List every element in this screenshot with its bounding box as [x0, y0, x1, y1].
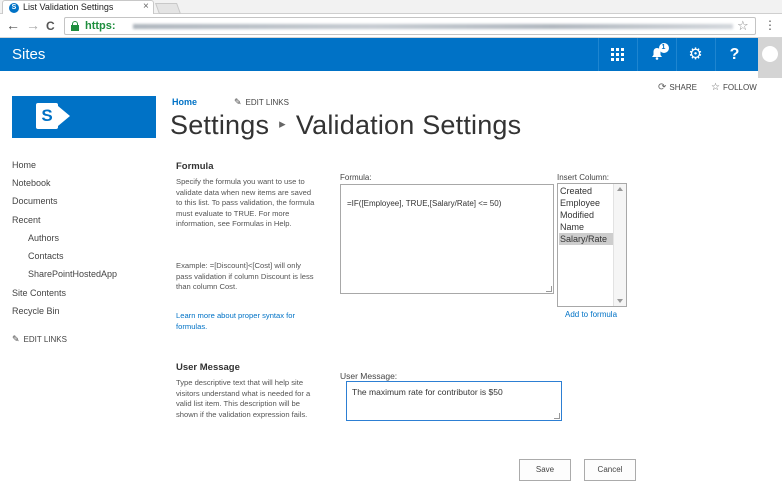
nav-item-contacts[interactable]: Contacts	[28, 251, 64, 261]
formula-description: Specify the formula you want to use to v…	[176, 177, 315, 228]
back-icon[interactable]: ←	[6, 18, 20, 32]
reload-icon[interactable]: C	[46, 19, 55, 33]
user-message-value: The maximum rate for contributor is $50	[352, 387, 503, 397]
sharepoint-logo-icon: S	[36, 103, 58, 129]
column-option[interactable]: Employee	[559, 197, 613, 209]
notification-count: 1	[658, 43, 669, 53]
column-option[interactable]: Created	[559, 185, 613, 197]
scroll-up-icon[interactable]	[617, 187, 623, 191]
nav-item-sharepointhostedapp[interactable]: SharePointHostedApp	[28, 269, 117, 279]
nav-edit-links-label: EDIT LINKS	[23, 335, 67, 344]
page-title: Settings ▸ Validation Settings	[170, 110, 521, 141]
star-icon: ☆	[711, 82, 720, 93]
user-silhouette-icon	[762, 46, 778, 62]
app-launcher-button[interactable]	[598, 38, 636, 71]
gear-icon: ⚙	[688, 45, 703, 63]
breadcrumb-current: Validation Settings	[295, 110, 522, 140]
suite-bar: Sites 1 ⚙ ?	[0, 38, 782, 71]
logo-arrow-icon	[58, 106, 70, 126]
avatar[interactable]	[758, 38, 782, 78]
listbox-scrollbar[interactable]	[613, 184, 626, 306]
follow-button[interactable]: ☆ FOLLOW	[711, 82, 757, 93]
tab-close-icon[interactable]: ×	[143, 1, 149, 12]
notifications-button[interactable]: 1	[637, 38, 675, 71]
column-option[interactable]: Modified	[559, 209, 613, 221]
resize-handle-icon[interactable]	[554, 413, 560, 419]
site-logo[interactable]: S	[12, 96, 156, 138]
browser-tabstrip: S List Validation Settings ×	[0, 0, 782, 14]
insert-column-listbox[interactable]: Created Employee Modified Name Salary/Ra…	[557, 183, 627, 307]
forward-icon[interactable]: →	[26, 18, 40, 32]
waffle-icon	[611, 48, 624, 61]
user-message-textarea[interactable]: The maximum rate for contributor is $50	[346, 381, 562, 421]
breadcrumb-settings[interactable]: Settings	[170, 110, 269, 140]
nav-item-recent[interactable]: Recent	[12, 215, 41, 225]
help-button[interactable]: ?	[715, 38, 753, 71]
formula-example: Example: =[Discount]<[Cost] will only pa…	[176, 261, 314, 291]
browser-tab[interactable]: S List Validation Settings ×	[2, 0, 154, 14]
share-label: SHARE	[669, 83, 697, 92]
column-option[interactable]: Name	[559, 221, 613, 233]
bell-icon: 1	[651, 43, 669, 62]
formula-label: Formula:	[340, 173, 372, 182]
breadcrumb-separator-icon: ▸	[279, 115, 286, 131]
scroll-down-icon[interactable]	[617, 299, 623, 303]
formula-textarea[interactable]: =IF([Employee], TRUE,[Salary/Rate] <= 50…	[340, 184, 554, 294]
user-message-label: User Message:	[340, 371, 398, 381]
formula-value: =IF([Employee], TRUE,[Salary/Rate] <= 50…	[347, 199, 502, 208]
insert-column-label: Insert Column:	[557, 173, 610, 182]
nav-item-recycle-bin[interactable]: Recycle Bin	[12, 306, 60, 316]
help-icon: ?	[729, 45, 740, 63]
column-option-selected[interactable]: Salary/Rate	[559, 233, 613, 245]
address-bar[interactable]: https: ☆	[64, 17, 756, 35]
nav-edit-links[interactable]: ✎ EDIT LINKS	[12, 334, 67, 345]
browser-navbar: ← → C https: ☆ ⋮	[0, 14, 782, 38]
edit-links-label: EDIT LINKS	[245, 98, 289, 107]
nav-item-documents[interactable]: Documents	[12, 196, 58, 206]
pencil-icon: ✎	[12, 334, 20, 344]
share-icon: ⟳	[658, 82, 667, 93]
save-button[interactable]: Save	[519, 459, 571, 481]
formula-section-title: Formula	[176, 161, 214, 172]
sharepoint-favicon-icon: S	[9, 3, 19, 13]
nav-item-authors[interactable]: Authors	[28, 233, 59, 243]
tab-title: List Validation Settings	[23, 2, 114, 12]
top-home-link[interactable]: Home	[172, 97, 197, 107]
url-blurred	[133, 24, 733, 29]
new-tab-button[interactable]	[154, 3, 182, 14]
share-button[interactable]: ⟳ SHARE	[658, 82, 697, 93]
nav-item-site-contents[interactable]: Site Contents	[12, 288, 66, 298]
pencil-icon: ✎	[234, 97, 242, 107]
user-message-section-title: User Message	[176, 362, 240, 373]
suite-title[interactable]: Sites	[12, 46, 45, 63]
cancel-button[interactable]: Cancel	[584, 459, 636, 481]
lock-icon	[71, 21, 79, 31]
user-message-description: Type descriptive text that will help sit…	[176, 378, 311, 419]
nav-item-home[interactable]: Home	[12, 160, 36, 170]
settings-button[interactable]: ⚙	[676, 38, 714, 71]
follow-label: FOLLOW	[722, 83, 757, 92]
url-scheme: https:	[85, 20, 116, 32]
nav-item-notebook[interactable]: Notebook	[12, 178, 51, 188]
resize-handle-icon[interactable]	[546, 286, 552, 292]
bookmark-star-icon[interactable]: ☆	[737, 18, 749, 34]
formula-syntax-link[interactable]: Learn more about proper syntax for formu…	[176, 311, 316, 332]
top-edit-links[interactable]: ✎ EDIT LINKS	[234, 97, 289, 108]
browser-menu-icon[interactable]: ⋮	[764, 18, 776, 32]
add-to-formula-link[interactable]: Add to formula	[565, 310, 617, 319]
